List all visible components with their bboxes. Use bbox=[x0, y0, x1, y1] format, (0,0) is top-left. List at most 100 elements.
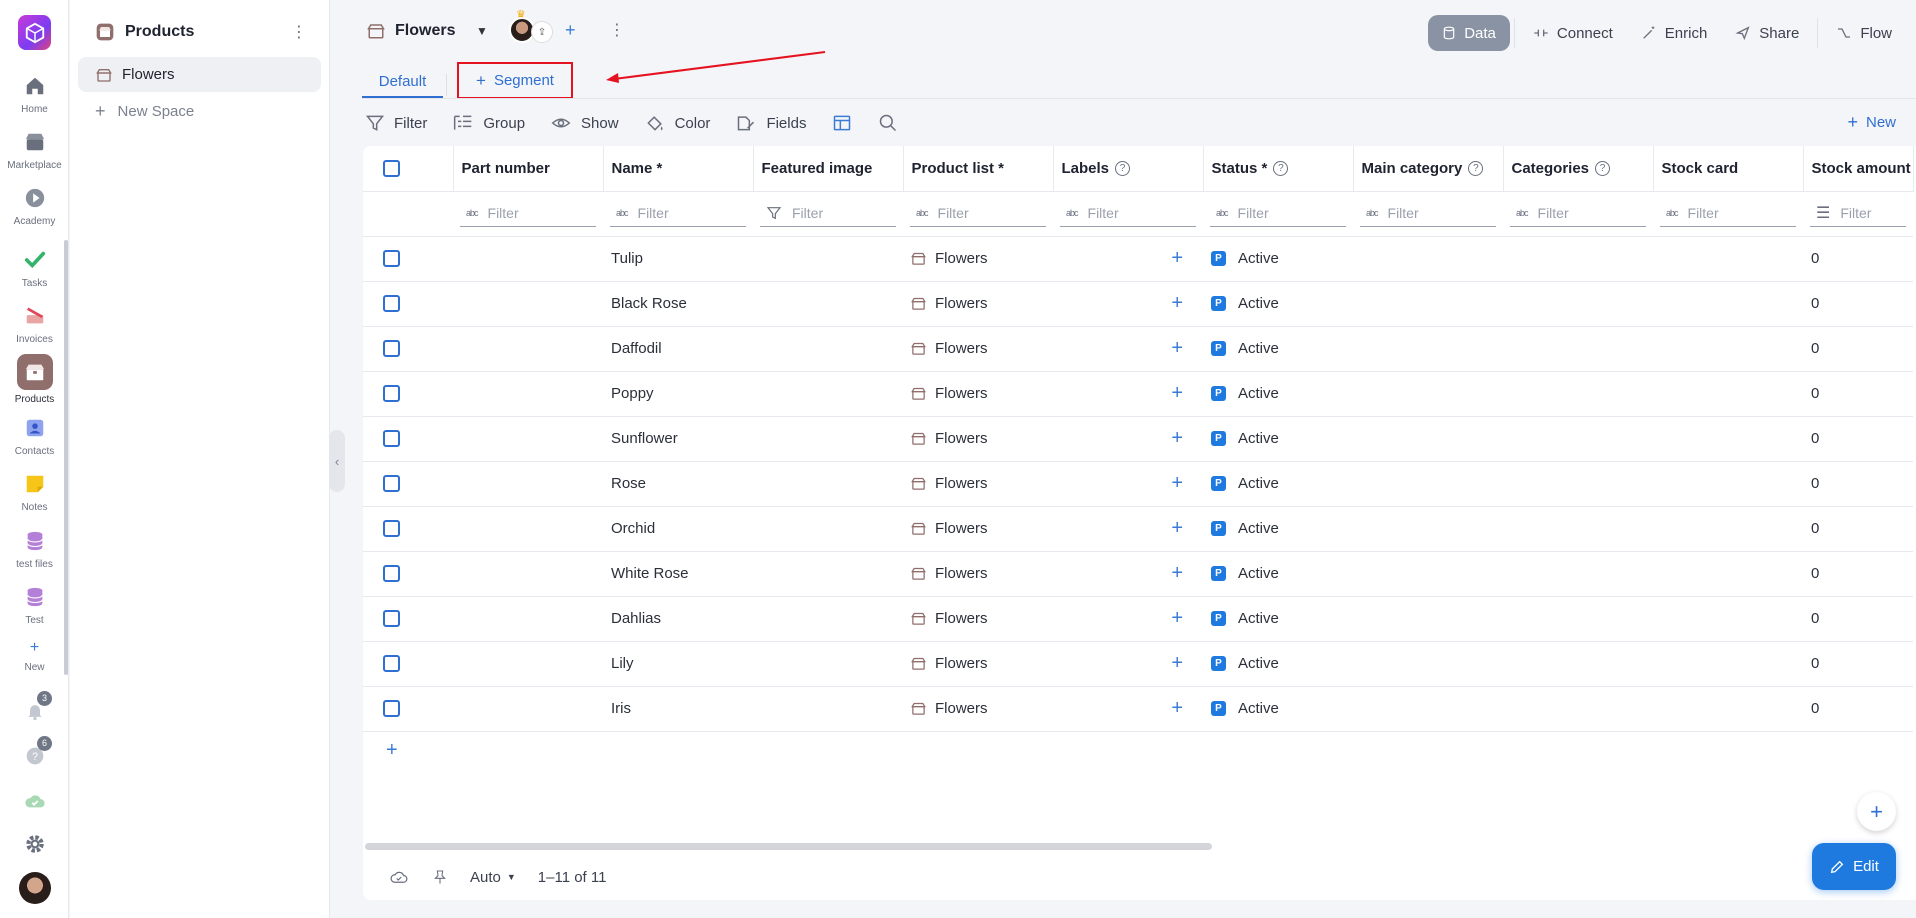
col-part-number[interactable]: Part number bbox=[453, 146, 604, 192]
rail-item-test-files[interactable]: test files bbox=[0, 527, 69, 570]
add-label-button[interactable]: + bbox=[1053, 686, 1203, 732]
table-row[interactable]: Orchid Flowers + P Active 0 bbox=[363, 506, 1913, 552]
add-icon[interactable]: + bbox=[565, 20, 576, 41]
data-button[interactable]: Data bbox=[1428, 15, 1510, 51]
sidebar-collapse-handle[interactable]: ‹ bbox=[329, 430, 345, 492]
help-icon[interactable]: ? bbox=[1115, 161, 1131, 177]
table-row[interactable]: Rose Flowers + P Active 0 bbox=[363, 461, 1913, 507]
add-label-button[interactable]: + bbox=[1053, 371, 1203, 417]
cell-name[interactable]: Dahlias bbox=[603, 596, 753, 642]
table-row[interactable]: Daffodil Flowers + P Active 0 bbox=[363, 326, 1913, 372]
select-all-checkbox[interactable] bbox=[383, 160, 400, 178]
row-checkbox[interactable] bbox=[383, 295, 400, 313]
rail-item-new[interactable]: + New bbox=[0, 638, 69, 673]
space-title[interactable]: Flowers bbox=[367, 22, 455, 40]
cell-status[interactable]: P Active bbox=[1203, 596, 1353, 642]
cell-main-category[interactable] bbox=[1353, 416, 1503, 462]
row-height-select[interactable]: Auto ▼ bbox=[470, 869, 516, 886]
col-featured-image[interactable]: Featured image bbox=[753, 146, 904, 192]
cell-main-category[interactable] bbox=[1353, 326, 1503, 372]
rail-item-tasks[interactable]: Tasks bbox=[0, 246, 69, 289]
cell-name[interactable]: Lily bbox=[603, 641, 753, 687]
filter-categories[interactable]: abc Filter bbox=[1503, 191, 1653, 237]
table-row[interactable]: White Rose Flowers + P Active 0 bbox=[363, 551, 1913, 597]
tab-default[interactable]: Default bbox=[362, 70, 443, 98]
filter-stock-amount[interactable]: ☰ Filter bbox=[1803, 191, 1913, 237]
cell-part-number[interactable] bbox=[453, 686, 603, 732]
cell-stock-amount[interactable]: 0 bbox=[1803, 236, 1913, 282]
col-name[interactable]: Name * bbox=[603, 146, 754, 192]
cell-name[interactable]: Daffodil bbox=[603, 326, 753, 372]
cell-main-category[interactable] bbox=[1353, 551, 1503, 597]
cell-product-list[interactable]: Flowers bbox=[903, 641, 1053, 687]
cell-name[interactable]: Orchid bbox=[603, 506, 753, 552]
table-row[interactable]: Iris Flowers + P Active 0 bbox=[363, 686, 1913, 732]
flow-button[interactable]: Flow bbox=[1822, 15, 1916, 51]
cell-stock-card[interactable] bbox=[1653, 281, 1803, 327]
cell-featured-image[interactable] bbox=[753, 641, 903, 687]
cell-product-list[interactable]: Flowers bbox=[903, 416, 1053, 462]
table-row[interactable]: Dahlias Flowers + P Active 0 bbox=[363, 596, 1913, 642]
rail-scrollbar[interactable] bbox=[64, 240, 68, 675]
filter-labels[interactable]: abc Filter bbox=[1053, 191, 1203, 237]
cell-categories[interactable] bbox=[1503, 326, 1653, 372]
add-label-button[interactable]: + bbox=[1053, 506, 1203, 552]
help-icon[interactable]: ? bbox=[1273, 161, 1289, 177]
cell-name[interactable]: Iris bbox=[603, 686, 753, 732]
cell-status[interactable]: P Active bbox=[1203, 371, 1353, 417]
cell-product-list[interactable]: Flowers bbox=[903, 326, 1053, 372]
col-labels[interactable]: Labels? bbox=[1053, 146, 1204, 192]
help-icon[interactable]: ? bbox=[1468, 161, 1484, 177]
cell-status[interactable]: P Active bbox=[1203, 416, 1353, 462]
sync-status[interactable] bbox=[0, 787, 69, 815]
filter-stock-card[interactable]: abc Filter bbox=[1653, 191, 1803, 237]
table-row[interactable]: Lily Flowers + P Active 0 bbox=[363, 641, 1913, 687]
rail-item-notes[interactable]: Notes bbox=[0, 470, 69, 513]
rail-item-academy[interactable]: Academy bbox=[0, 184, 69, 227]
cell-categories[interactable] bbox=[1503, 596, 1653, 642]
cell-product-list[interactable]: Flowers bbox=[903, 506, 1053, 552]
col-categories[interactable]: Categories? bbox=[1503, 146, 1654, 192]
cell-stock-card[interactable] bbox=[1653, 416, 1803, 462]
table-row[interactable]: Tulip Flowers + P Active 0 bbox=[363, 236, 1913, 282]
col-product-list[interactable]: Product list * bbox=[903, 146, 1054, 192]
sidebar-item-flowers[interactable]: Flowers bbox=[78, 57, 321, 92]
edit-button[interactable]: Edit bbox=[1812, 843, 1896, 890]
row-checkbox[interactable] bbox=[383, 700, 400, 718]
cell-featured-image[interactable] bbox=[753, 236, 903, 282]
cell-part-number[interactable] bbox=[453, 506, 603, 552]
filter-button[interactable]: Filter bbox=[365, 113, 427, 133]
enrich-button[interactable]: Enrich bbox=[1627, 15, 1722, 51]
layout-toggle-button[interactable] bbox=[831, 113, 853, 133]
row-checkbox[interactable] bbox=[383, 565, 400, 583]
cell-stock-card[interactable] bbox=[1653, 686, 1803, 732]
cell-product-list[interactable]: Flowers bbox=[903, 686, 1053, 732]
add-segment-button[interactable]: + Segment bbox=[457, 62, 573, 99]
filter-main-category[interactable]: abc Filter bbox=[1353, 191, 1503, 237]
cell-categories[interactable] bbox=[1503, 686, 1653, 732]
add-label-button[interactable]: + bbox=[1053, 236, 1203, 282]
cell-product-list[interactable]: Flowers bbox=[903, 236, 1053, 282]
row-checkbox[interactable] bbox=[383, 610, 400, 628]
cell-stock-amount[interactable]: 0 bbox=[1803, 551, 1913, 597]
cell-part-number[interactable] bbox=[453, 326, 603, 372]
cell-status[interactable]: P Active bbox=[1203, 326, 1353, 372]
search-button[interactable] bbox=[878, 113, 898, 133]
cell-status[interactable]: P Active bbox=[1203, 236, 1353, 282]
row-checkbox[interactable] bbox=[383, 475, 400, 493]
cell-main-category[interactable] bbox=[1353, 506, 1503, 552]
cell-categories[interactable] bbox=[1503, 506, 1653, 552]
cell-categories[interactable] bbox=[1503, 551, 1653, 597]
cell-product-list[interactable]: Flowers bbox=[903, 461, 1053, 507]
cell-categories[interactable] bbox=[1503, 641, 1653, 687]
filter-featured-image[interactable]: Filter bbox=[753, 191, 903, 237]
share-button[interactable]: Share bbox=[1721, 15, 1813, 51]
filter-name[interactable]: abc Filter bbox=[603, 191, 753, 237]
cell-name[interactable]: Tulip bbox=[603, 236, 753, 282]
rail-item-test[interactable]: Test bbox=[0, 583, 69, 626]
row-checkbox[interactable] bbox=[383, 385, 400, 403]
show-button[interactable]: Show bbox=[550, 113, 619, 133]
cell-featured-image[interactable] bbox=[753, 416, 903, 462]
cell-main-category[interactable] bbox=[1353, 686, 1503, 732]
row-checkbox[interactable] bbox=[383, 340, 400, 358]
